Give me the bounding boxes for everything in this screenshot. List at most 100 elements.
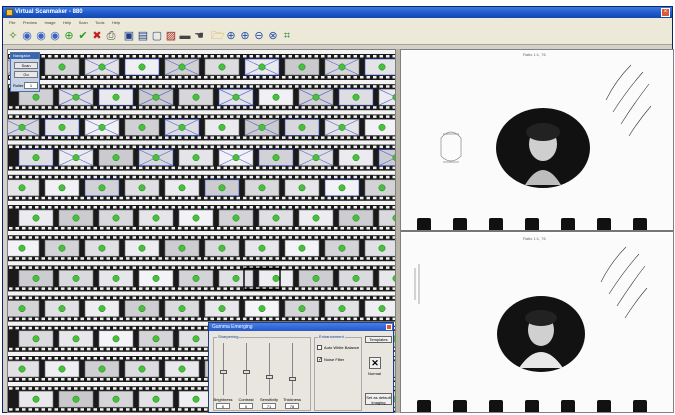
frame-selected-marker: [192, 335, 200, 343]
frame-selected-marker: [138, 63, 146, 71]
frame-selected-marker: [258, 244, 266, 252]
close-button[interactable]: ×: [661, 8, 670, 17]
menu-file[interactable]: File: [9, 20, 15, 25]
frame-selected-marker: [18, 244, 26, 252]
frame-selected-marker: [32, 335, 40, 343]
frame-selected-marker: [232, 154, 240, 162]
zoom-in-icon[interactable]: ⊕: [225, 30, 237, 42]
navigator-panel: Navigator Scan Go Roller 1: [10, 52, 40, 92]
frame-selected-marker: [218, 63, 226, 71]
frame-selected-marker: [58, 184, 66, 192]
print-icon[interactable]: ⎙: [105, 30, 117, 42]
menu-help[interactable]: Help: [63, 20, 71, 25]
menu-image[interactable]: Image: [44, 20, 55, 25]
frame-selected-marker: [378, 305, 386, 313]
preview-bottom-label: Ratio 1:1, 76: [523, 236, 546, 241]
grid-icon[interactable]: ⌗: [281, 30, 293, 42]
slider-thumb[interactable]: [289, 377, 296, 381]
scanner-icon[interactable]: ✧: [7, 30, 19, 42]
frame-selected-marker: [72, 214, 80, 222]
normal-icon[interactable]: ✕: [369, 357, 381, 369]
templates-button[interactable]: Templates: [365, 336, 392, 343]
frame-selected-marker: [32, 274, 40, 282]
set-default-button[interactable]: Set as default imaging: [365, 393, 392, 405]
check-icon[interactable]: ✔: [77, 30, 89, 42]
slider-track[interactable]: [269, 343, 270, 395]
frame-selected-marker: [312, 214, 320, 222]
frame-selected-marker: [72, 335, 80, 343]
slider-value-field[interactable]: 78: [285, 403, 299, 409]
frame-selected-marker: [232, 274, 240, 282]
slider-track[interactable]: [246, 343, 247, 395]
preview-bottom[interactable]: Ratio 1:1, 76: [401, 234, 673, 412]
frame-selected-marker: [378, 123, 386, 131]
save-icon[interactable]: ▣: [123, 30, 135, 42]
frame-selected-marker: [72, 154, 80, 162]
frame-selected-marker: [138, 365, 146, 373]
slider-track[interactable]: [223, 343, 224, 395]
menu-preview[interactable]: Preview: [23, 20, 37, 25]
frame-selected-marker: [112, 395, 120, 403]
hand-icon[interactable]: ☚: [193, 30, 205, 42]
frame-selected-marker: [178, 123, 186, 131]
auto-white-balance-label: Auto White Balance: [324, 345, 360, 350]
frame-selected-marker: [138, 184, 146, 192]
cross-icon[interactable]: ✖: [91, 30, 103, 42]
menu-help-2[interactable]: Help: [112, 20, 120, 25]
crop-icon[interactable]: ▨: [165, 30, 177, 42]
frame-selected-marker: [152, 214, 160, 222]
frame-selected-marker: [192, 93, 200, 101]
slider-thumb[interactable]: [243, 370, 250, 374]
frame-selected-marker: [258, 123, 266, 131]
disk-blue-icon[interactable]: ◉: [49, 30, 61, 42]
frame-selected-marker: [72, 93, 80, 101]
menu-bar: File Preview Image Help Scan Tools Help: [3, 18, 672, 27]
slider-value-field[interactable]: 0: [239, 403, 253, 409]
noise-filter-checkbox[interactable]: ✓: [317, 357, 322, 363]
slider-label: Contrast: [238, 397, 254, 402]
frame-selected-marker: [178, 365, 186, 373]
frame-selected-marker: [272, 274, 280, 282]
disk-blue-icon[interactable]: ◉: [21, 30, 33, 42]
slider-label: Sensitivity: [259, 397, 278, 402]
frame-icon[interactable]: ▢: [151, 30, 163, 42]
menu-tools[interactable]: Tools: [95, 20, 104, 25]
disk-blue-icon[interactable]: ◉: [35, 30, 47, 42]
slider-thumb[interactable]: [266, 375, 273, 379]
frame-selected-marker: [138, 123, 146, 131]
frame-selected-marker: [138, 305, 146, 313]
frame-selected-marker: [178, 305, 186, 313]
preview-top[interactable]: Ratio 1:1, 76: [401, 50, 673, 232]
frame-selected-marker: [312, 93, 320, 101]
slider-value-field[interactable]: 71: [262, 403, 276, 409]
folder-icon[interactable]: 🗁: [211, 30, 225, 42]
zoom-out-icon[interactable]: ⊖: [253, 30, 265, 42]
go-button[interactable]: Go: [14, 71, 38, 78]
sharpening-group-label: Sharpening: [217, 334, 240, 339]
dialog-close-button[interactable]: [386, 324, 392, 330]
menu-scan[interactable]: Scan: [79, 20, 88, 25]
frame-selected-marker: [218, 244, 226, 252]
zoom-fit-icon[interactable]: ⊕: [239, 30, 251, 42]
frame-selected-marker: [152, 274, 160, 282]
slider-value-field[interactable]: 0: [216, 403, 230, 409]
frame-selected-marker: [58, 305, 66, 313]
frame-selected-marker: [18, 305, 26, 313]
add-green-icon[interactable]: ⊕: [63, 30, 75, 42]
frame-selected-marker: [338, 123, 346, 131]
save-as-icon[interactable]: ▤: [137, 30, 149, 42]
frame-selected-marker: [298, 63, 306, 71]
frame-selected-marker: [32, 93, 40, 101]
bar-icon[interactable]: ▬: [179, 30, 191, 42]
frame-selected-marker: [72, 395, 80, 403]
auto-white-balance-checkbox[interactable]: [317, 345, 322, 350]
zoom-all-icon[interactable]: ⊗: [267, 30, 279, 42]
slider-track[interactable]: [292, 343, 293, 395]
slider-thumb[interactable]: [220, 370, 227, 374]
roller-field[interactable]: 1: [24, 82, 38, 89]
frame-selected-marker: [378, 184, 386, 192]
scan-button[interactable]: Scan: [14, 62, 38, 69]
frame-selected-marker: [58, 244, 66, 252]
frame-selected-marker: [312, 274, 320, 282]
frame-selected-marker: [298, 305, 306, 313]
